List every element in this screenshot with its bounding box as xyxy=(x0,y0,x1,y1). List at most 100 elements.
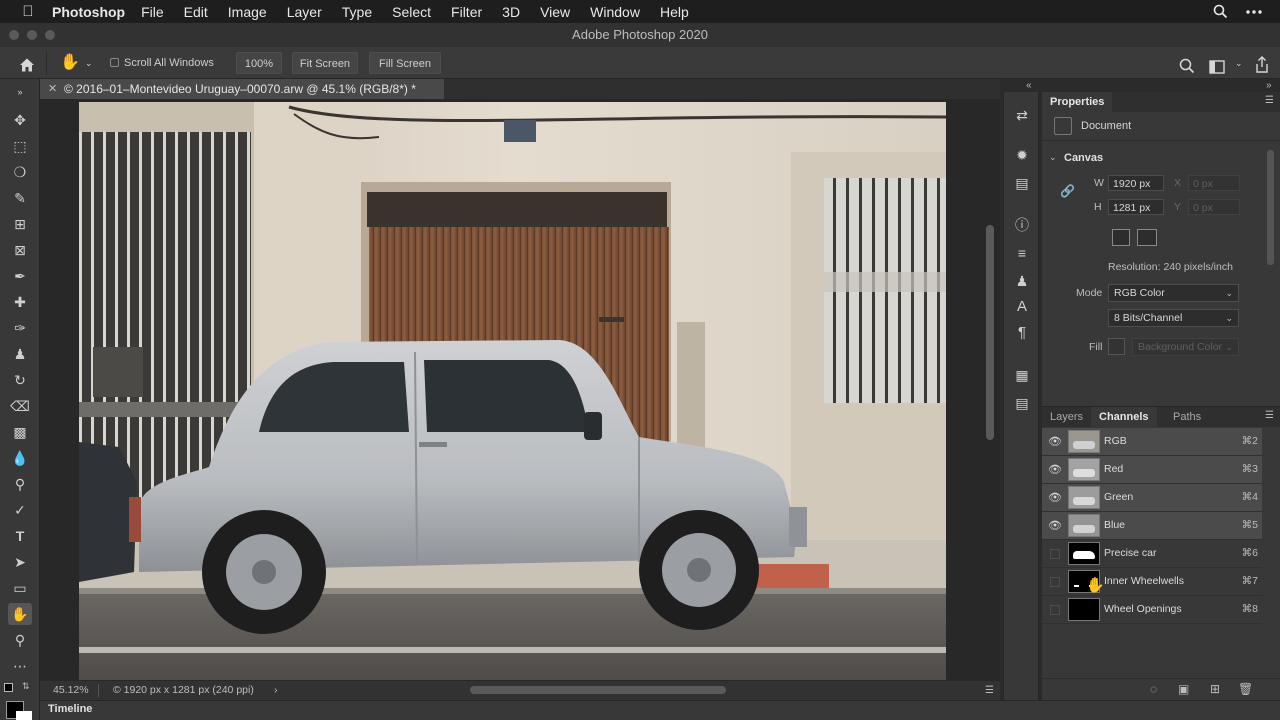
history-panel-icon[interactable]: ⇄ xyxy=(1011,104,1033,126)
character-panel-icon[interactable]: A xyxy=(1011,296,1033,318)
hand-tool-icon[interactable]: ✋ xyxy=(8,603,32,625)
tab-channels[interactable]: Channels xyxy=(1091,407,1157,427)
apple-icon[interactable]:  xyxy=(18,3,38,20)
blur-tool-icon[interactable]: 💧 xyxy=(8,447,32,469)
path-selection-tool-icon[interactable]: ➤ xyxy=(8,551,32,573)
load-selection-icon[interactable]: ◌ xyxy=(1150,682,1157,696)
new-channel-icon[interactable]: ⊞ xyxy=(1210,682,1220,696)
more-tools-icon[interactable]: ⋯ xyxy=(8,655,32,677)
close-window-button[interactable] xyxy=(9,30,19,40)
swap-colors-icon[interactable]: ⇅ xyxy=(22,681,30,692)
collapse-panels-icon[interactable]: » xyxy=(1266,80,1272,91)
menu-file[interactable]: File xyxy=(141,4,164,20)
portrait-orientation-icon[interactable] xyxy=(1112,229,1130,246)
canvas-section-chevron-icon[interactable]: ⌄ xyxy=(1049,152,1057,163)
fit-screen-button[interactable]: Fit Screen xyxy=(292,52,358,74)
mode-select[interactable]: RGB Color ⌄ xyxy=(1108,284,1239,302)
menu-view[interactable]: View xyxy=(540,4,570,20)
channel-row-blue[interactable]: 👁 Blue ⌘5 xyxy=(1042,512,1262,540)
eraser-tool-icon[interactable]: ⌫ xyxy=(8,395,32,417)
minimize-window-button[interactable] xyxy=(27,30,37,40)
libraries-panel-icon[interactable]: ▦ xyxy=(1011,364,1033,386)
scroll-all-windows-checkbox[interactable]: Scroll All Windows xyxy=(110,52,214,74)
clone-stamp-tool-icon[interactable]: ♟ xyxy=(8,343,32,365)
horizontal-scrollbar[interactable] xyxy=(470,686,726,694)
move-tool-icon[interactable]: ✥ xyxy=(8,109,32,131)
menu-help[interactable]: Help xyxy=(660,4,689,20)
close-document-icon[interactable]: ✕ xyxy=(48,79,57,99)
tab-properties[interactable]: Properties xyxy=(1042,92,1113,112)
histogram-panel-icon[interactable]: ▤ xyxy=(1011,172,1033,194)
menu-layer[interactable]: Layer xyxy=(287,4,322,20)
vertical-scrollbar[interactable] xyxy=(986,225,994,440)
channel-row-precise-car[interactable]: Precise car ⌘6 xyxy=(1042,540,1262,568)
collapse-dock-icon[interactable]: « xyxy=(1026,80,1032,91)
channel-row-wheel-openings[interactable]: Wheel Openings ⌘8 xyxy=(1042,596,1262,624)
menu-app-name[interactable]: Photoshop xyxy=(52,4,125,20)
lasso-tool-icon[interactable]: ❍ xyxy=(8,161,32,183)
workspace-chevron-icon[interactable]: ⌄ xyxy=(1235,52,1243,74)
workspace-icon[interactable] xyxy=(1209,56,1225,78)
hand-tool-preset-icon[interactable]: ✋ xyxy=(60,52,80,74)
channel-row-rgb[interactable]: 👁 RGB ⌘2 xyxy=(1042,428,1262,456)
properties-panel-menu-icon[interactable]: ☰ xyxy=(1265,95,1274,106)
default-colors-icon[interactable] xyxy=(4,683,13,692)
info-panel-icon[interactable]: ⓘ xyxy=(1011,214,1033,236)
more-icon[interactable] xyxy=(1246,9,1262,14)
document-canvas-photo[interactable] xyxy=(79,102,946,680)
visibility-toggle[interactable] xyxy=(1050,577,1060,587)
link-dimensions-icon[interactable]: 🔗 xyxy=(1060,184,1075,198)
menu-window[interactable]: Window xyxy=(590,4,640,20)
menu-type[interactable]: Type xyxy=(342,4,372,20)
landscape-orientation-icon[interactable] xyxy=(1137,229,1157,246)
notes-panel-icon[interactable]: ▤ xyxy=(1011,392,1033,414)
visibility-eye-icon[interactable]: 👁 xyxy=(1048,463,1062,477)
collapse-toolbar-icon[interactable]: » xyxy=(8,81,32,103)
zoom-tool-icon[interactable]: ⚲ xyxy=(8,629,32,651)
menu-3d[interactable]: 3D xyxy=(502,4,520,20)
share-icon[interactable] xyxy=(1255,54,1269,76)
channels-panel-menu-icon[interactable]: ☰ xyxy=(1265,410,1274,421)
quick-selection-tool-icon[interactable]: ✎ xyxy=(8,187,32,209)
channel-row-inner-wheelwells[interactable]: Inner Wheelwells ⌘7 ✋ xyxy=(1042,568,1262,596)
width-field[interactable]: 1920 px xyxy=(1108,175,1164,191)
tab-layers[interactable]: Layers xyxy=(1042,407,1091,427)
healing-brush-tool-icon[interactable]: ✚ xyxy=(8,291,32,313)
delete-channel-icon[interactable]: 🗑 xyxy=(1238,682,1253,696)
visibility-eye-icon[interactable]: 👁 xyxy=(1048,435,1062,449)
gradient-tool-icon[interactable]: ▩ xyxy=(8,421,32,443)
tab-paths[interactable]: Paths xyxy=(1165,407,1209,427)
zoom-level[interactable]: 45.12% xyxy=(53,681,89,700)
height-field[interactable]: 1281 px xyxy=(1108,199,1164,215)
checkbox-box[interactable] xyxy=(110,58,119,67)
pen-tool-icon[interactable]: ✓ xyxy=(8,499,32,521)
paragraph-panel-icon[interactable]: ¶ xyxy=(1011,322,1033,344)
visibility-toggle[interactable] xyxy=(1050,549,1060,559)
brush-settings-panel-icon[interactable]: ≡ xyxy=(1011,242,1033,264)
visibility-eye-icon[interactable]: 👁 xyxy=(1048,491,1062,505)
home-icon[interactable] xyxy=(18,54,36,76)
dodge-tool-icon[interactable]: ⚲ xyxy=(8,473,32,495)
channel-row-green[interactable]: 👁 Green ⌘4 xyxy=(1042,484,1262,512)
spotlight-search-icon[interactable] xyxy=(1213,4,1228,19)
canvas-section-title[interactable]: Canvas xyxy=(1064,152,1103,164)
history-brush-tool-icon[interactable]: ↻ xyxy=(8,369,32,391)
frame-tool-icon[interactable]: ⊠ xyxy=(8,239,32,261)
marquee-tool-icon[interactable]: ⬚ xyxy=(8,135,32,157)
timeline-label[interactable]: Timeline xyxy=(48,703,92,715)
status-menu-chevron-icon[interactable]: › xyxy=(274,681,278,700)
zoom-100-button[interactable]: 100% xyxy=(236,52,282,74)
clone-source-panel-icon[interactable]: ♟ xyxy=(1011,270,1033,292)
bit-depth-select[interactable]: 8 Bits/Channel ⌄ xyxy=(1108,309,1239,327)
type-tool-icon[interactable]: T xyxy=(8,525,32,547)
brush-tool-icon[interactable]: ✑ xyxy=(8,317,32,339)
fill-screen-button[interactable]: Fill Screen xyxy=(369,52,441,74)
background-color-swatch[interactable] xyxy=(16,711,32,720)
status-panel-menu-icon[interactable]: ☰ xyxy=(985,681,994,700)
zoom-window-button[interactable] xyxy=(45,30,55,40)
menu-filter[interactable]: Filter xyxy=(451,4,482,20)
visibility-eye-icon[interactable]: 👁 xyxy=(1048,519,1062,533)
eyedropper-tool-icon[interactable]: ✒ xyxy=(8,265,32,287)
properties-scrollbar[interactable] xyxy=(1267,150,1274,265)
menu-image[interactable]: Image xyxy=(228,4,267,20)
